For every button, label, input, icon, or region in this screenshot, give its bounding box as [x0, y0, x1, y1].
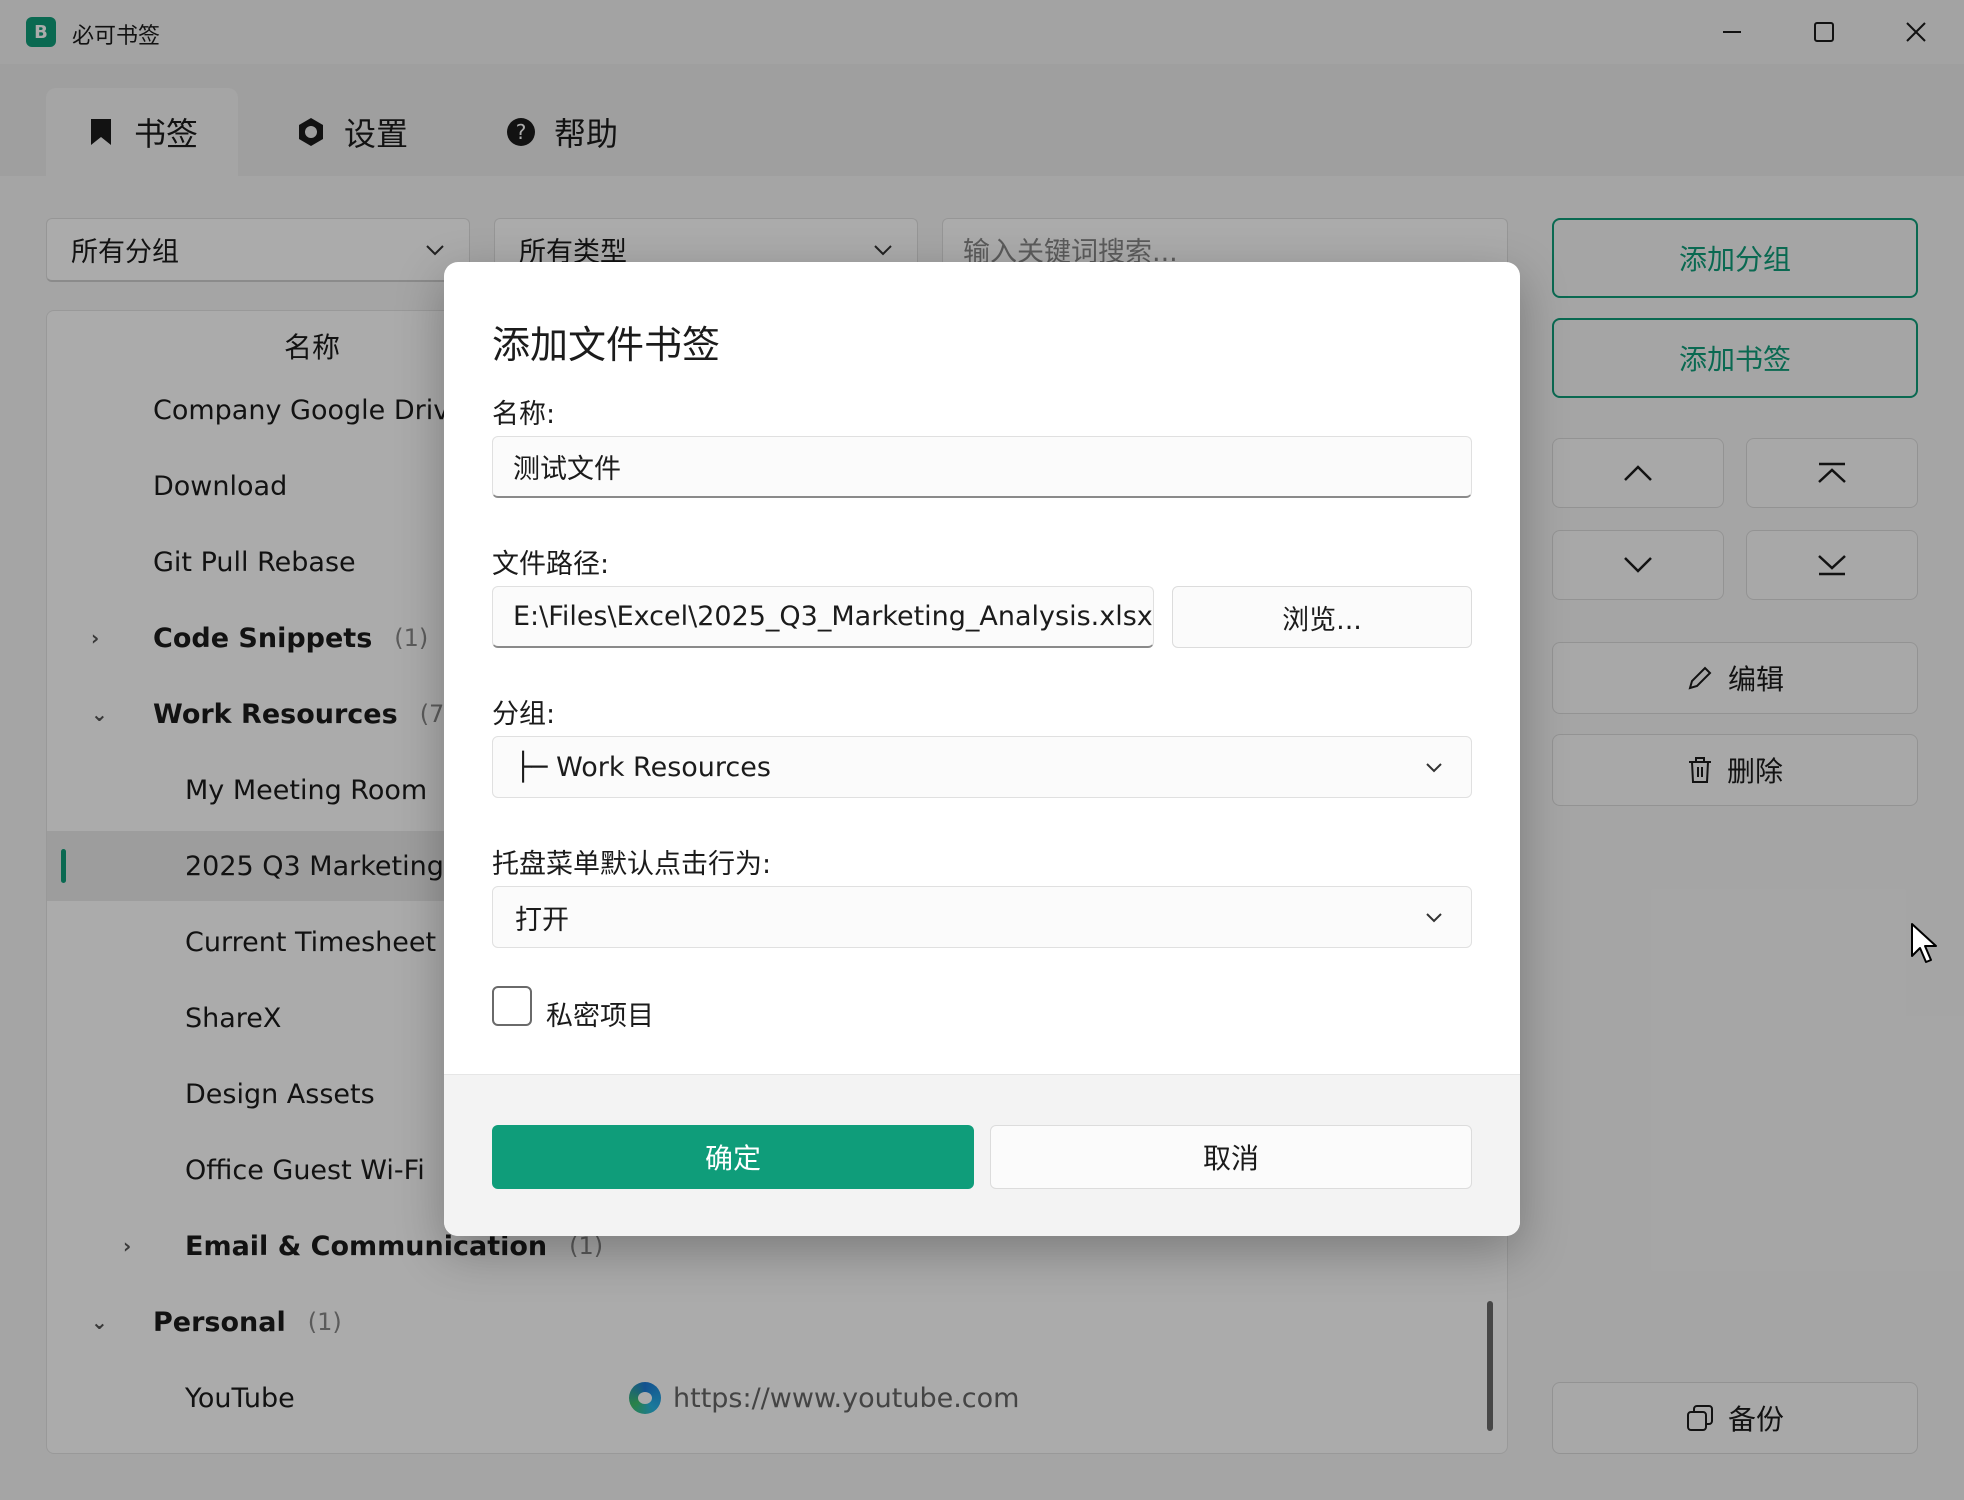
mouse-cursor-icon — [1911, 923, 1937, 963]
browse-button[interactable]: 浏览... — [1172, 586, 1472, 648]
tray-action-label: 托盘菜单默认点击行为: — [492, 849, 772, 880]
tray-action-select[interactable]: 打开 — [492, 886, 1472, 948]
add-file-bookmark-dialog: 添加文件书签 名称: 测试文件 文件路径: E:\Files\Excel\202… — [444, 262, 1520, 1236]
group-select-value: ├─ Work Resources — [515, 751, 771, 783]
name-input[interactable]: 测试文件 — [492, 436, 1472, 498]
file-path-input[interactable]: E:\Files\Excel\2025_Q3_Marketing_Analysi… — [492, 586, 1154, 648]
chevron-down-icon — [1426, 912, 1442, 922]
dialog-footer: 确定 取消 — [444, 1074, 1520, 1236]
file-path-label: 文件路径: — [492, 549, 610, 580]
private-checkbox[interactable] — [492, 986, 532, 1026]
group-select[interactable]: ├─ Work Resources — [492, 736, 1472, 798]
confirm-button[interactable]: 确定 — [492, 1125, 974, 1189]
name-label: 名称: — [492, 399, 556, 430]
tray-action-value: 打开 — [515, 904, 569, 936]
private-label: 私密项目 — [546, 1001, 654, 1032]
chevron-down-icon — [1426, 762, 1442, 772]
group-label: 分组: — [492, 699, 556, 730]
cancel-button[interactable]: 取消 — [990, 1125, 1472, 1189]
dialog-title: 添加文件书签 — [492, 323, 721, 367]
